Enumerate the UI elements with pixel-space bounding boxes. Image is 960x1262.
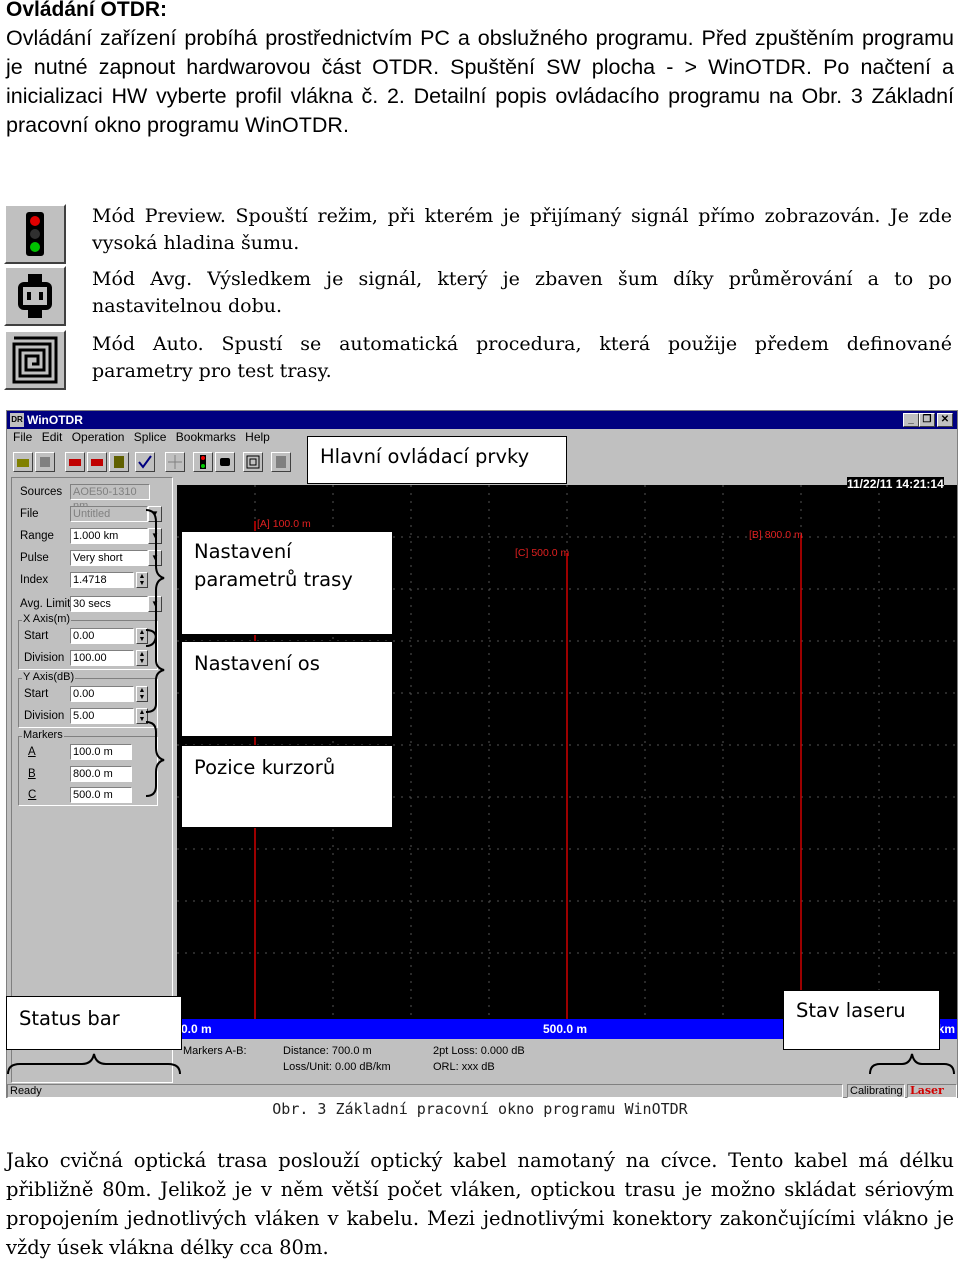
figure-caption: Obr. 3 Základní pracovní okno programu W… xyxy=(272,1100,688,1118)
x-axis-mid-label: 500.0 m xyxy=(543,1022,588,1036)
x-start-label: Start xyxy=(24,630,49,642)
cursors-callout: Pozice kurzorů xyxy=(181,745,393,828)
open-icon[interactable] xyxy=(13,452,33,472)
save-icon[interactable] xyxy=(35,452,55,472)
close-icon[interactable]: ✕ xyxy=(937,413,953,427)
status-bar: Ready Calibrating Laser xyxy=(7,1083,957,1099)
intro-paragraph: Ovládání zařízení probíhá prostřednictví… xyxy=(6,26,954,137)
index-label: Index xyxy=(20,574,49,586)
square-spiral-icon[interactable] xyxy=(4,330,66,390)
x-axis-title: X Axis(m) xyxy=(22,613,72,625)
y-axis-title: Y Axis(dB) xyxy=(22,671,76,683)
y-division-input[interactable]: 5.00 xyxy=(70,708,134,724)
menu-bookmarks[interactable]: Bookmarks xyxy=(176,430,236,444)
closing-paragraph: Jako cvičná optická trasa poslouží optic… xyxy=(6,1149,954,1259)
laser-brace xyxy=(869,1053,955,1075)
marker-b-input[interactable]: 800.0 m xyxy=(70,766,132,782)
preview-mode-button[interactable] xyxy=(193,452,213,472)
minimize-icon[interactable]: _ xyxy=(903,413,919,427)
restore-icon[interactable]: ❐ xyxy=(919,413,935,427)
date-time-readout: 11/22/11 14:21:14 xyxy=(847,477,944,491)
sources-field[interactable]: AOE50-1310 nm xyxy=(70,484,150,512)
x-division-input[interactable]: 100.00 xyxy=(70,650,134,666)
avg-mode-button[interactable] xyxy=(215,452,235,472)
index-input[interactable]: 1.4718 xyxy=(70,572,134,588)
laser-status: Laser xyxy=(907,1084,957,1098)
y-start-input[interactable]: 0.00 xyxy=(70,686,134,702)
menu-help[interactable]: Help xyxy=(245,430,270,444)
status-ready: Ready xyxy=(7,1084,843,1098)
file-label: File xyxy=(20,508,39,520)
two-point-loss-readout: 2pt Loss: 0.000 dB xyxy=(433,1045,525,1057)
menu-file[interactable]: File xyxy=(13,430,32,444)
marker-a-input[interactable]: 100.0 m xyxy=(70,744,132,760)
orl-readout: ORL: xxx dB xyxy=(433,1061,495,1073)
trace-params-callout: Nastavení parametrů trasy xyxy=(181,531,393,635)
laser-state-callout: Stav laseru xyxy=(783,990,940,1050)
annotation-braces xyxy=(145,509,165,797)
axes-callout: Nastavení os xyxy=(181,641,393,737)
window-title: WinOTDR xyxy=(27,413,83,427)
main-controls-callout: Hlavní ovládací prvky xyxy=(307,436,567,484)
auto-mode-button[interactable] xyxy=(243,452,263,472)
sources-label: Sources xyxy=(20,486,63,498)
loss-unit-readout: Loss/Unit: 0.00 dB/km xyxy=(283,1061,391,1073)
marker-c-input[interactable]: 500.0 m xyxy=(70,787,132,803)
crosshair-icon[interactable] xyxy=(165,452,185,472)
watch-icon[interactable] xyxy=(4,266,66,326)
distance-readout: Distance: 700.0 m xyxy=(283,1045,372,1057)
x-axis-start-label: 0.0 m xyxy=(181,1022,212,1036)
section-heading: Ovládání OTDR: xyxy=(6,0,168,21)
status-calibrating: Calibrating xyxy=(847,1084,905,1098)
print-icon[interactable] xyxy=(65,452,85,472)
status-bar-callout: Status bar xyxy=(6,996,182,1050)
file-select[interactable]: Untitled xyxy=(70,506,148,522)
pulse-select[interactable]: Very short xyxy=(70,550,148,566)
y-start-label: Start xyxy=(24,688,49,700)
window-titlebar: DR WinOTDR _ ❐ ✕ xyxy=(7,411,957,429)
avg-limit-label: Avg. Limit xyxy=(20,598,71,610)
status-bar-brace xyxy=(7,1053,181,1075)
x-division-label: Division xyxy=(24,652,65,664)
print-preview-icon[interactable] xyxy=(87,452,107,472)
cursor-b-label: [B] 800.0 m xyxy=(749,529,803,541)
mode-auto-text: Mód Auto. Spustí se automatická procedur… xyxy=(92,333,952,382)
pulse-label: Pulse xyxy=(20,552,49,564)
range-select[interactable]: 1.000 km xyxy=(70,528,148,544)
mode-preview-text: Mód Preview. Spouští režim, při kterém j… xyxy=(92,205,952,254)
cursor-a-label: [A] 100.0 m xyxy=(257,518,311,530)
marker-b-label: B xyxy=(28,768,36,780)
menu-edit[interactable]: Edit xyxy=(42,430,63,444)
menu-splice[interactable]: Splice xyxy=(134,430,167,444)
menu-operation[interactable]: Operation xyxy=(72,430,125,444)
mode-avg-text: Mód Avg. Výsledkem je signál, který je z… xyxy=(92,268,952,317)
y-division-label: Division xyxy=(24,710,65,722)
markers-title: Markers xyxy=(22,729,64,741)
calculator-icon[interactable] xyxy=(271,452,291,472)
check-icon[interactable] xyxy=(135,452,155,472)
range-label: Range xyxy=(20,530,54,542)
report-icon[interactable] xyxy=(109,452,129,472)
x-start-input[interactable]: 0.00 xyxy=(70,628,134,644)
traffic-light-icon[interactable] xyxy=(4,204,66,264)
markers-ab-label: Markers A-B: xyxy=(183,1045,247,1057)
marker-a-label: A xyxy=(28,746,36,758)
marker-c-label: C xyxy=(28,789,37,801)
avg-limit-select[interactable]: 30 secs xyxy=(70,596,148,612)
app-icon: DR xyxy=(10,413,24,427)
cursor-c-label: [C] 500.0 m xyxy=(515,547,570,559)
